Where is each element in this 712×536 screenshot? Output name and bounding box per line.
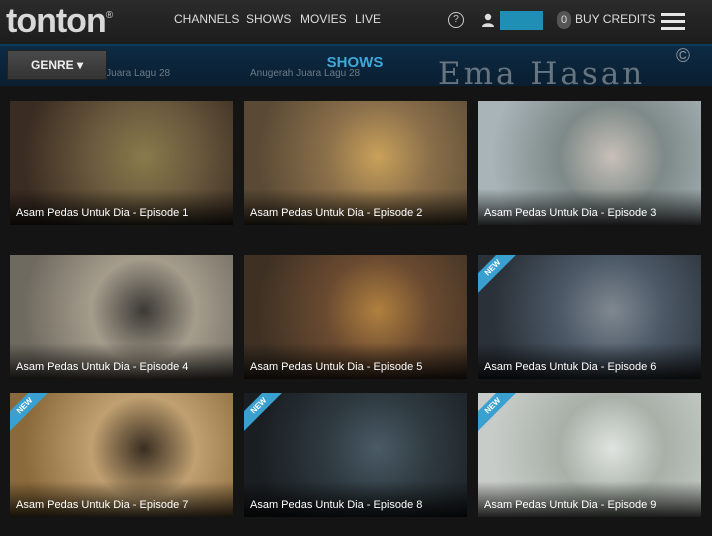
- episode-card[interactable]: Asam Pedas Untuk Dia - Episode 1: [10, 101, 233, 225]
- episode-card[interactable]: Asam Pedas Untuk Dia - Episode 2: [244, 101, 467, 225]
- episode-title: Asam Pedas Untuk Dia - Episode 6: [484, 361, 657, 373]
- episode-title: Asam Pedas Untuk Dia - Episode 4: [16, 361, 189, 373]
- episode-title: Asam Pedas Untuk Dia - Episode 2: [250, 207, 423, 219]
- top-navigation-bar: tonton® CHANNELS SHOWS MOVIES LIVE ? 0 B…: [0, 0, 712, 46]
- user-icon[interactable]: [481, 13, 495, 27]
- episode-card[interactable]: Asam Pedas Untuk Dia - Episode 7 NEW: [10, 393, 233, 517]
- credits-count-badge: 0: [557, 11, 571, 29]
- nav-live[interactable]: LIVE: [355, 12, 381, 26]
- tonton-logo[interactable]: tonton®: [6, 2, 113, 41]
- hamburger-menu-icon[interactable]: [661, 13, 685, 34]
- episode-card[interactable]: Asam Pedas Untuk Dia - Episode 9 NEW: [478, 393, 701, 517]
- page-title: SHOWS: [326, 54, 384, 71]
- episode-title: Asam Pedas Untuk Dia - Episode 9: [484, 499, 657, 511]
- nav-channels[interactable]: CHANNELS: [174, 12, 239, 26]
- logo-registered-mark: ®: [105, 10, 113, 21]
- copyright-symbol: ©: [676, 46, 690, 67]
- episode-title: Asam Pedas Untuk Dia - Episode 1: [16, 207, 189, 219]
- nav-shows[interactable]: SHOWS: [246, 12, 291, 26]
- episode-title: Asam Pedas Untuk Dia - Episode 5: [250, 361, 423, 373]
- episode-title: Asam Pedas Untuk Dia - Episode 8: [250, 499, 423, 511]
- episode-card[interactable]: Asam Pedas Untuk Dia - Episode 5: [244, 255, 467, 379]
- episode-card[interactable]: Asam Pedas Untuk Dia - Episode 8 NEW: [244, 393, 467, 517]
- username-field[interactable]: [500, 11, 543, 30]
- episode-card[interactable]: Asam Pedas Untuk Dia - Episode 4: [10, 255, 233, 379]
- buy-credits-link[interactable]: BUY CREDITS: [575, 12, 655, 26]
- logo-text: tonton: [6, 2, 107, 40]
- watermark-text: Ema Hasan: [438, 56, 646, 92]
- episode-card[interactable]: Asam Pedas Untuk Dia - Episode 3: [478, 101, 701, 225]
- episode-title: Asam Pedas Untuk Dia - Episode 3: [484, 207, 657, 219]
- nav-movies[interactable]: MOVIES: [300, 12, 347, 26]
- genre-dropdown[interactable]: GENRE ▾: [7, 50, 107, 80]
- episode-title: Asam Pedas Untuk Dia - Episode 7: [16, 499, 189, 511]
- episode-card[interactable]: Asam Pedas Untuk Dia - Episode 6 NEW: [478, 255, 701, 379]
- help-icon[interactable]: ?: [448, 12, 464, 28]
